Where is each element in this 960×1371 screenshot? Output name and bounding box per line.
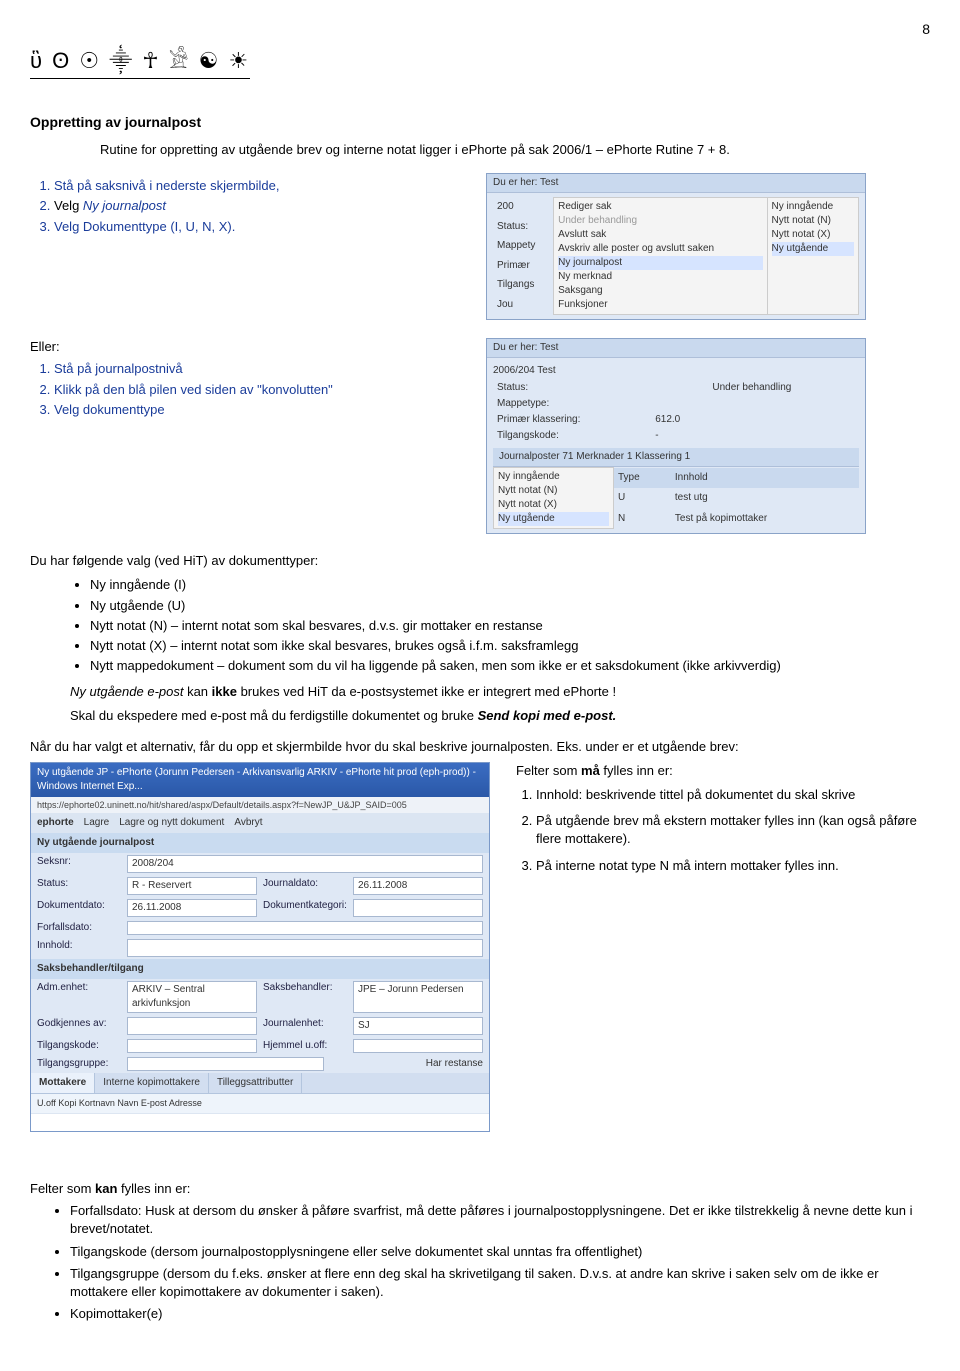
dokumentkategori-field[interactable] [353, 899, 483, 917]
heading-main: Oppretting av journalpost [30, 113, 930, 133]
can-field-kopimottaker: Kopimottaker(e) [70, 1305, 930, 1323]
save-and-new-button[interactable]: Lagre og nytt dokument [119, 816, 224, 830]
screenshot-new-journalpost-menu: Du er her: Test 200 Rediger sak Under be… [486, 173, 866, 320]
mottakere-columns: U.off Kopi Kortnavn Navn E-post Adresse [31, 1093, 489, 1113]
can-fields-list: Forfallsdato: Husk at dersom du ønsker å… [30, 1202, 930, 1323]
tab-mottakere[interactable]: Mottakere [31, 1073, 95, 1093]
window-titlebar: Ny utgående JP - ePhorte (Jorunn Pederse… [31, 763, 489, 797]
saksbehandler-field[interactable]: JPE – Jorunn Pedersen [353, 981, 483, 1013]
cancel-button[interactable]: Avbryt [234, 816, 262, 830]
page-number: 8 [30, 20, 930, 40]
doctype-mappedokument: Nytt mappedokument – dokument som du vil… [90, 657, 930, 675]
hjemmel-field[interactable] [353, 1039, 483, 1053]
epost-warning-1: Ny utgående e-post kan ikke brukes ved H… [70, 683, 930, 701]
doctype-u: Ny utgående (U) [90, 597, 930, 615]
tilgangskode-field[interactable] [127, 1039, 257, 1053]
screenshot-journalpost-level: Du er her: Test 2006/204 Test Status:Und… [486, 338, 866, 534]
seksnr-field[interactable]: 2008/204 [127, 855, 483, 873]
journalenhet-field[interactable]: SJ [353, 1017, 483, 1035]
must-fields-list: Innhold: beskrivende tittel på dokumente… [516, 786, 930, 875]
form-title: Ny utgående journalpost [31, 833, 489, 853]
tilgangsgruppe-field[interactable] [127, 1057, 324, 1071]
step2-3: Velg dokumenttype [54, 401, 474, 419]
step2-2: Klikk på den blå pilen ved siden av "kon… [54, 381, 474, 399]
toolbar: ephorte Lagre Lagre og nytt dokument Avb… [31, 813, 489, 833]
step-1: Stå på saksnivå i nederste skjermbilde, [54, 177, 474, 195]
must-field-mottaker: På utgående brev må ekstern mottaker fyl… [536, 812, 930, 848]
can-field-tilgangsgruppe: Tilgangsgruppe (dersom du f.eks. ønsker … [70, 1265, 930, 1301]
after-choice-paragraph: Når du har valgt et alternativ, får du o… [30, 738, 930, 756]
eller-label: Eller: [30, 338, 474, 356]
must-field-notat-n: På interne notat type N må intern mottak… [536, 857, 930, 875]
screenshot-new-jp-form: Ny utgående JP - ePhorte (Jorunn Pederse… [30, 762, 490, 1132]
admenhet-field[interactable]: ARKIV – Sentral arkivfunksjon [127, 981, 257, 1013]
tab-tilleggsattributter[interactable]: Tilleggsattributter [209, 1073, 302, 1093]
doctypes-intro: Du har følgende valg (ved HiT) av dokume… [30, 552, 930, 570]
tab-interne-kopimottakere[interactable]: Interne kopimottakere [95, 1073, 209, 1093]
section-saksbehandler: Saksbehandler/tilgang [31, 959, 489, 979]
innhold-field[interactable] [127, 939, 483, 957]
journaldato-field[interactable]: 26.11.2008 [353, 877, 483, 895]
must-field-innhold: Innhold: beskrivende tittel på dokumente… [536, 786, 930, 804]
forfallsdato-field[interactable] [127, 921, 483, 935]
can-fields-intro: Felter som kan fylles inn er: [30, 1180, 930, 1198]
godkjennes-field[interactable] [127, 1017, 257, 1035]
form-tabs: Mottakere Interne kopimottakere Tilleggs… [31, 1073, 489, 1093]
doctypes-list: Ny inngående (I) Ny utgående (U) Nytt no… [30, 576, 930, 675]
header-logo-glyphs: ὓ ʘ ☉ ⸎ ☥ 𓀀 ☯ ☀ [30, 46, 250, 80]
ephorte-logo: ephorte [37, 816, 74, 830]
steps-list-1: Stå på saksnivå i nederste skjermbilde, … [30, 177, 474, 236]
steps-list-2: Stå på journalpostnivå Klikk på den blå … [30, 360, 474, 419]
address-bar: https://ephorte02.uninett.no/hit/shared/… [31, 797, 489, 814]
save-button[interactable]: Lagre [84, 816, 110, 830]
can-field-tilgangskode: Tilgangskode (dersom journalpostopplysni… [70, 1243, 930, 1261]
step-2: Velg Ny journalpost [54, 197, 474, 215]
step2-1: Stå på journalpostnivå [54, 360, 474, 378]
intro-paragraph: Rutine for oppretting av utgående brev o… [100, 141, 930, 159]
epost-warning-2: Skal du ekspedere med e-post må du ferdi… [70, 707, 930, 725]
breadcrumb: Du er her: Test [487, 174, 865, 193]
doctype-x: Nytt notat (X) – internt notat som ikke … [90, 637, 930, 655]
must-fields-intro: Felter som må fylles inn er: [516, 762, 930, 780]
har-restanse-checkbox[interactable]: Har restanse [426, 1057, 483, 1071]
doctype-i: Ny inngående (I) [90, 576, 930, 594]
can-field-forfallsdato: Forfallsdato: Husk at dersom du ønsker å… [70, 1202, 930, 1238]
step-3: Velg Dokumenttype (I, U, N, X). [54, 218, 474, 236]
doctype-n: Nytt notat (N) – internt notat som skal … [90, 617, 930, 635]
dokumentdato-field[interactable]: 26.11.2008 [127, 899, 257, 917]
status-field[interactable]: R - Reservert [127, 877, 257, 895]
